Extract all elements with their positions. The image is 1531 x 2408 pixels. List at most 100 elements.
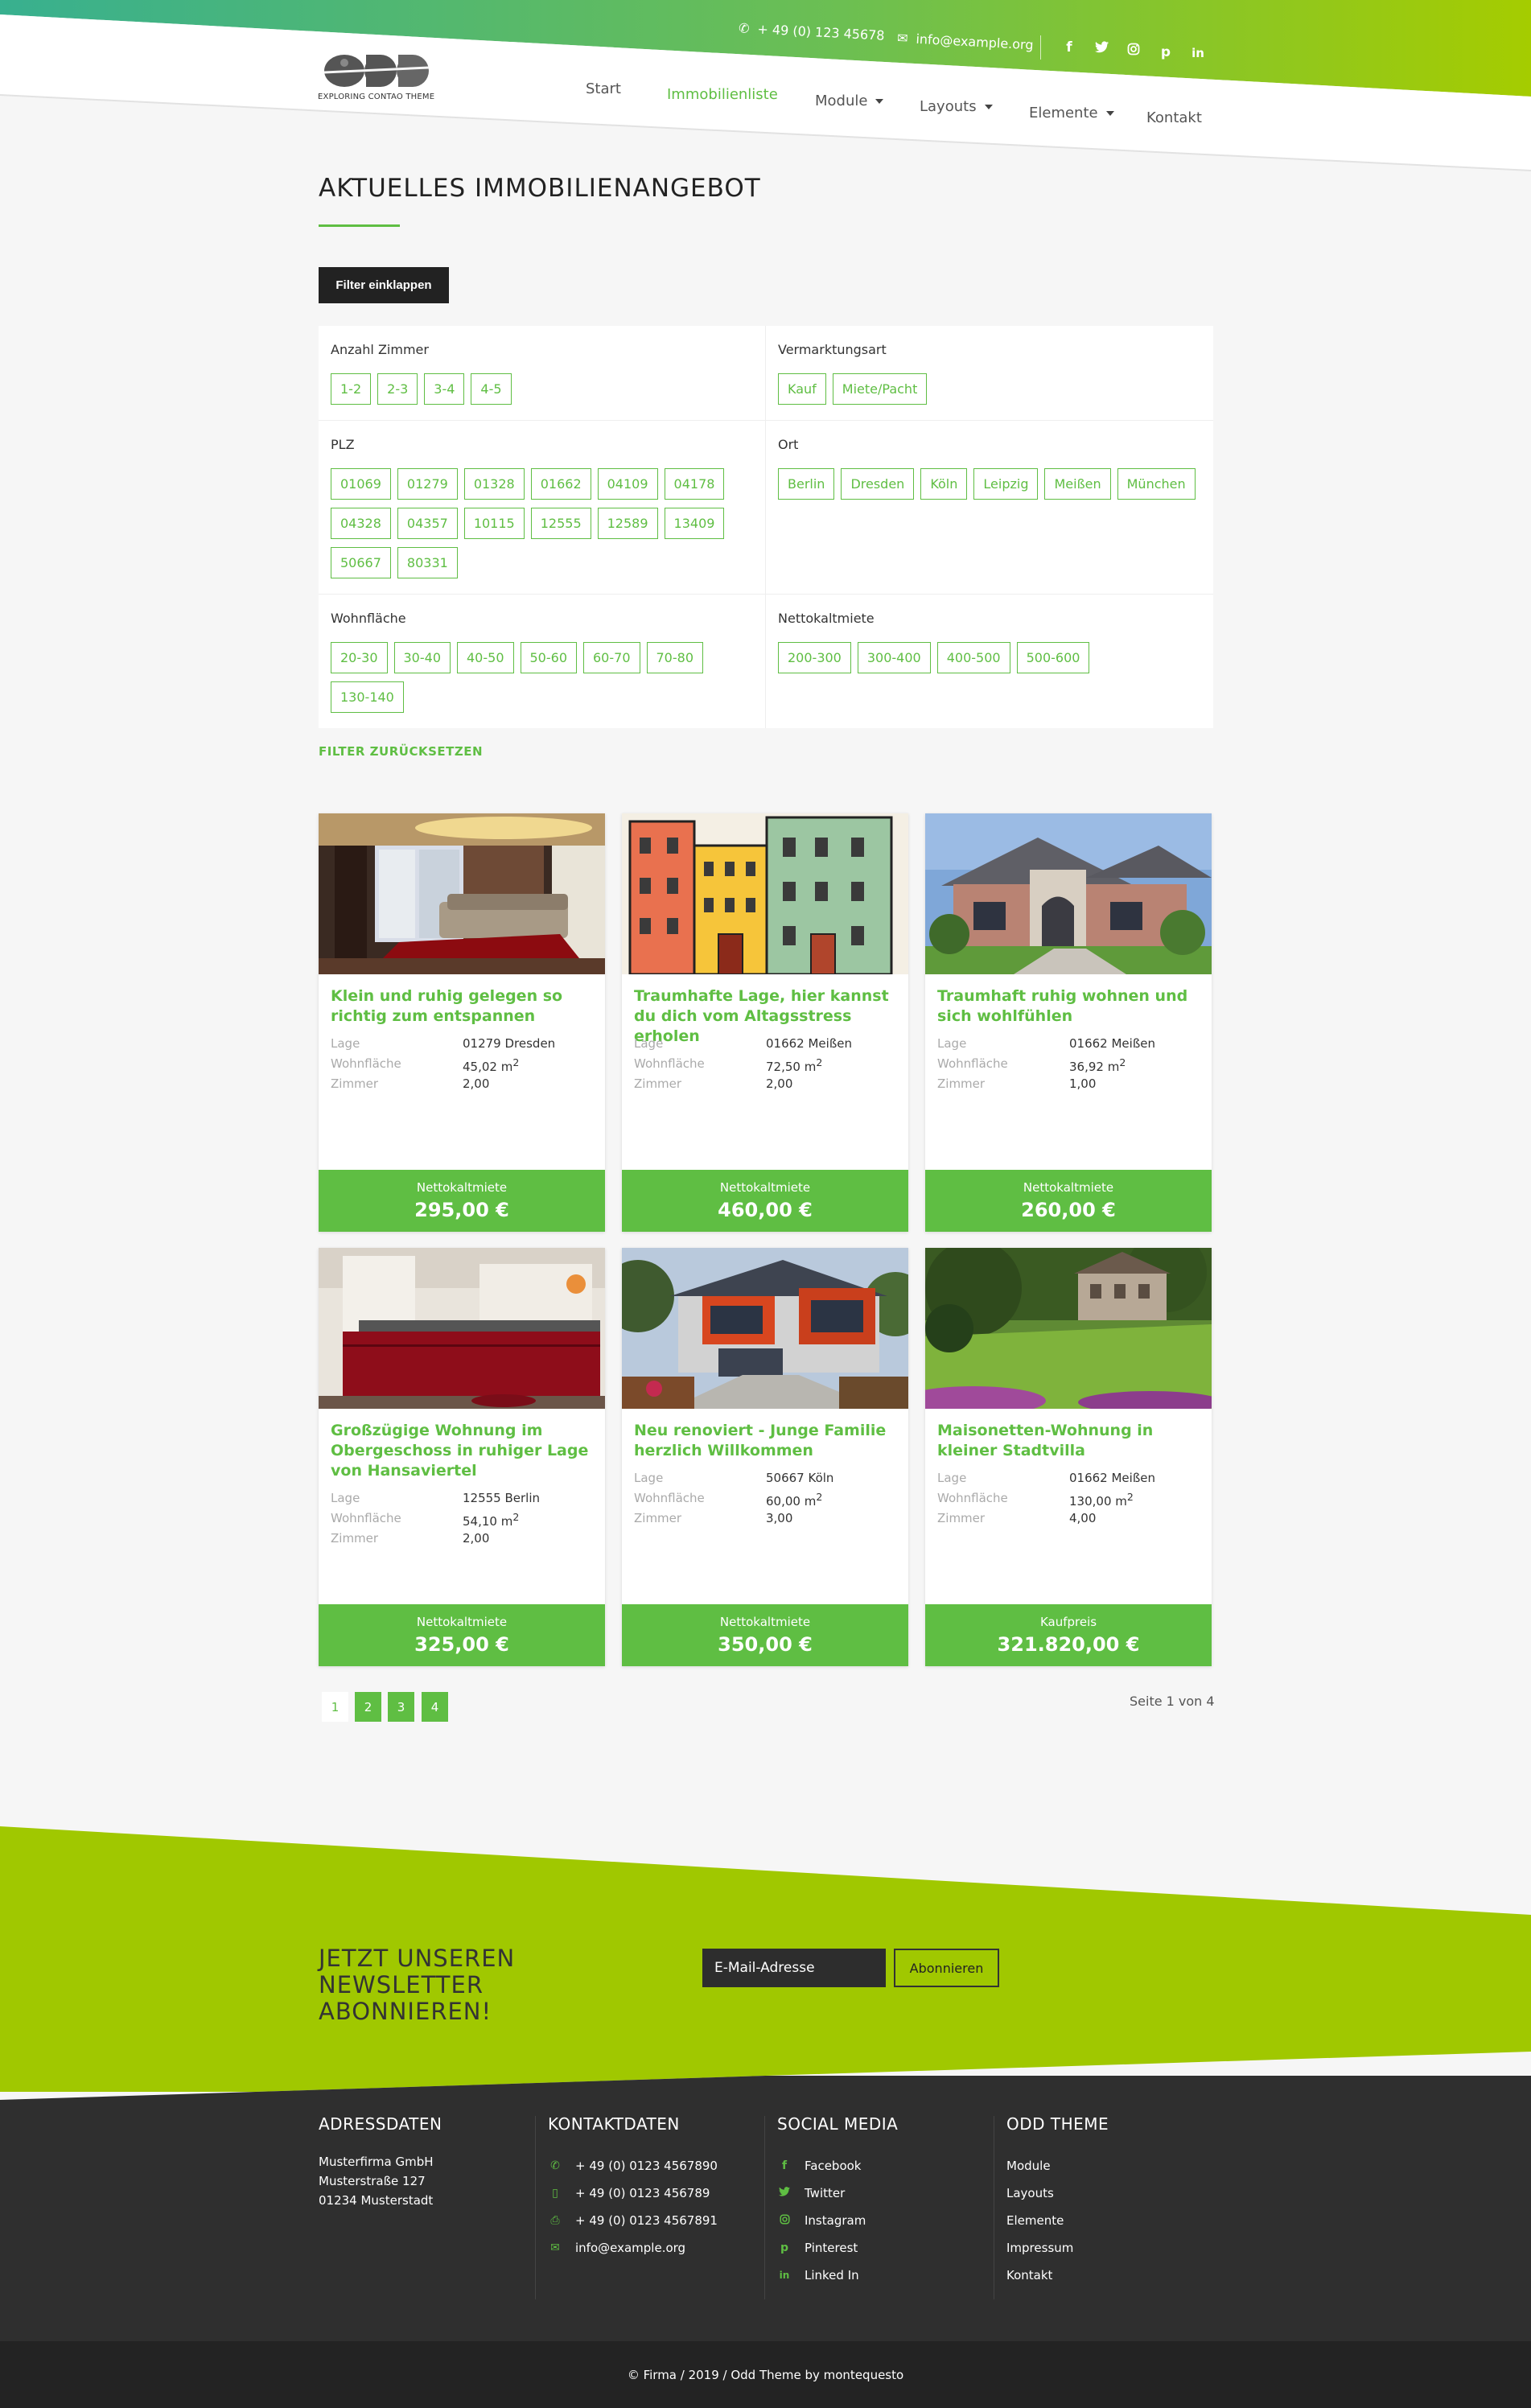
nav-immobilienliste[interactable]: Immobilienliste — [667, 86, 778, 103]
footer-social-twitter[interactable]: Twitter — [777, 2180, 1006, 2207]
filter-chip-plz[interactable]: 04109 — [597, 468, 658, 500]
pagination-page-3[interactable]: 3 — [388, 1692, 414, 1722]
filter-chip-plz[interactable]: 01662 — [530, 468, 591, 500]
listing-image-villa-garden[interactable] — [925, 1248, 1212, 1409]
listing-image-brick-house[interactable] — [925, 813, 1212, 974]
filter-chip-plz[interactable]: 50667 — [331, 547, 391, 578]
listing-card[interactable]: Traumhaft ruhig wohnen und sich wohlfühl… — [925, 813, 1212, 1232]
price-box: Nettokaltmiete 295,00 € — [319, 1170, 605, 1232]
listing-card[interactable]: Großzügige Wohnung im Obergeschoss in ru… — [319, 1248, 605, 1666]
footer-social-facebook[interactable]: f Facebook — [777, 2152, 1006, 2180]
instagram-icon[interactable] — [1125, 43, 1142, 60]
filter-chip-marketing[interactable]: Kauf — [778, 373, 826, 405]
filter-chip-area[interactable]: 50-60 — [520, 642, 577, 673]
area-unit-exp: 2 — [512, 1056, 520, 1068]
footer-social-instagram[interactable]: Instagram — [777, 2207, 1006, 2234]
footer-link-kontakt[interactable]: Kontakt — [1006, 2262, 1236, 2289]
pinterest-icon[interactable]: p — [1157, 44, 1175, 60]
footer-social: SOCIAL MEDIA f Facebook Twitter Instagram… — [777, 2114, 1006, 2289]
filter-chip-rooms[interactable]: 4-5 — [471, 373, 512, 405]
footer-link-impressum[interactable]: Impressum — [1006, 2234, 1236, 2262]
listing-title[interactable]: Klein und ruhig gelegen so richtig zum e… — [331, 986, 596, 1027]
filter-chip-plz[interactable]: 12555 — [530, 508, 591, 539]
filter-chip-rent[interactable]: 200-300 — [778, 642, 851, 673]
pagination-page-2[interactable]: 2 — [355, 1692, 381, 1722]
twitter-icon[interactable] — [1093, 41, 1110, 57]
nav-module[interactable]: Module — [815, 93, 884, 109]
filter-chip-plz[interactable]: 01069 — [331, 468, 391, 500]
filter-label-plz: PLZ — [331, 437, 355, 452]
newsletter-email-input[interactable] — [702, 1949, 886, 1987]
footer-link-elemente[interactable]: Elemente — [1006, 2207, 1236, 2234]
filter-chip-ort[interactable]: Leipzig — [973, 468, 1039, 500]
filter-chip-area[interactable]: 30-40 — [393, 642, 451, 673]
footer-contact-email[interactable]: ✉ info@example.org — [548, 2234, 777, 2262]
area-number: 54,10 — [463, 1514, 497, 1529]
listing-image-painted-houses[interactable] — [622, 813, 908, 974]
footer-contact-phone[interactable]: ✆ + 49 (0) 0123 4567890 — [548, 2152, 777, 2180]
filter-chip-plz[interactable]: 04328 — [331, 508, 391, 539]
filter-chip-rooms[interactable]: 2-3 — [377, 373, 418, 405]
filter-chip-ort[interactable]: Berlin — [778, 468, 835, 500]
filter-chip-rent[interactable]: 300-400 — [857, 642, 931, 673]
price-box: Nettokaltmiete 260,00 € — [925, 1170, 1212, 1232]
nav-kontakt[interactable]: Kontakt — [1146, 109, 1202, 126]
listing-title[interactable]: Maisonetten-Wohnung in kleiner Stadtvill… — [937, 1421, 1203, 1461]
listing-card[interactable]: Traumhafte Lage, hier kannst du dich vom… — [622, 813, 908, 1232]
logo[interactable]: EXPLORING CONTAO THEME — [318, 51, 434, 108]
listing-card[interactable]: Maisonetten-Wohnung in kleiner Stadtvill… — [925, 1248, 1212, 1666]
pagination-page-4[interactable]: 4 — [422, 1692, 448, 1722]
filter-chip-plz[interactable]: 80331 — [397, 547, 458, 578]
filter-chip-rent[interactable]: 500-600 — [1016, 642, 1090, 673]
listing-title[interactable]: Traumhaft ruhig wohnen und sich wohlfühl… — [937, 986, 1203, 1027]
filter-toggle-button[interactable]: Filter einklappen — [319, 267, 449, 303]
listing-image-kitchen[interactable] — [319, 1248, 605, 1409]
footer-link-module[interactable]: Module — [1006, 2152, 1236, 2180]
value-zimmer: 3,00 — [766, 1511, 793, 1525]
listing-card[interactable]: Klein und ruhig gelegen so richtig zum e… — [319, 813, 605, 1232]
filter-chip-marketing[interactable]: Miete/Pacht — [832, 373, 928, 405]
filter-chip-ort[interactable]: München — [1117, 468, 1196, 500]
filter-ort-options: Berlin Dresden Köln Leipzig Meißen München — [778, 468, 1204, 500]
footer-contact-mobile[interactable]: ▯ + 49 (0) 0123 456789 — [548, 2180, 777, 2207]
filter-chip-plz[interactable]: 04357 — [397, 508, 458, 539]
linkedin-icon[interactable]: in — [1189, 46, 1207, 60]
filter-chip-plz[interactable]: 01328 — [463, 468, 525, 500]
nav-elemente[interactable]: Elemente — [1029, 105, 1114, 121]
filter-chip-rooms[interactable]: 1-2 — [331, 373, 372, 405]
footer-social-pinterest[interactable]: p Pinterest — [777, 2234, 1006, 2262]
facebook-icon[interactable]: f — [1060, 39, 1078, 56]
footer-contact-fax[interactable]: ⎙ + 49 (0) 0123 4567891 — [548, 2207, 777, 2234]
footer-link-layouts[interactable]: Layouts — [1006, 2180, 1236, 2207]
filter-chip-area[interactable]: 40-50 — [457, 642, 514, 673]
filter-chip-ort[interactable]: Meißen — [1044, 468, 1111, 500]
filter-chip-plz[interactable]: 12589 — [597, 508, 658, 539]
filter-chip-area[interactable]: 70-80 — [646, 642, 703, 673]
filter-chip-rent[interactable]: 400-500 — [936, 642, 1010, 673]
listing-title[interactable]: Großzügige Wohnung im Obergeschoss in ru… — [331, 1421, 596, 1481]
nav-start[interactable]: Start — [586, 80, 621, 97]
filter-chip-ort[interactable]: Köln — [920, 468, 968, 500]
newsletter-subscribe-button[interactable]: Abonnieren — [894, 1949, 999, 1987]
filter-chip-rooms[interactable]: 3-4 — [424, 373, 465, 405]
filter-chip-plz[interactable]: 04178 — [664, 468, 725, 500]
price-label: Nettokaltmiete — [416, 1615, 508, 1629]
value-lage: 01279 Dresden — [463, 1036, 556, 1051]
listing-title[interactable]: Neu renoviert - Junge Familie herzlich W… — [634, 1421, 899, 1461]
label-lage: Lage — [937, 1036, 967, 1051]
listing-image-modern-house[interactable] — [622, 1248, 908, 1409]
filter-chip-area[interactable]: 130-140 — [331, 681, 404, 713]
filter-chip-ort[interactable]: Dresden — [841, 468, 915, 500]
listing-image-living-room[interactable] — [319, 813, 605, 974]
listing-card[interactable]: Neu renoviert - Junge Familie herzlich W… — [622, 1248, 908, 1666]
filter-chip-plz[interactable]: 10115 — [463, 508, 525, 539]
filter-chip-plz[interactable]: 01279 — [397, 468, 458, 500]
filter-chip-area[interactable]: 20-30 — [331, 642, 388, 673]
footer-social-linkedin[interactable]: in Linked In — [777, 2262, 1006, 2289]
nav-layouts[interactable]: Layouts — [920, 98, 993, 115]
filter-chip-plz[interactable]: 13409 — [664, 508, 725, 539]
value-lage: 12555 Berlin — [463, 1491, 541, 1505]
filter-reset-link[interactable]: FILTER ZURÜCKSETZEN — [319, 744, 483, 759]
filter-chip-area[interactable]: 60-70 — [583, 642, 640, 673]
footer-address-line: Musterstraße 127 — [319, 2174, 426, 2188]
